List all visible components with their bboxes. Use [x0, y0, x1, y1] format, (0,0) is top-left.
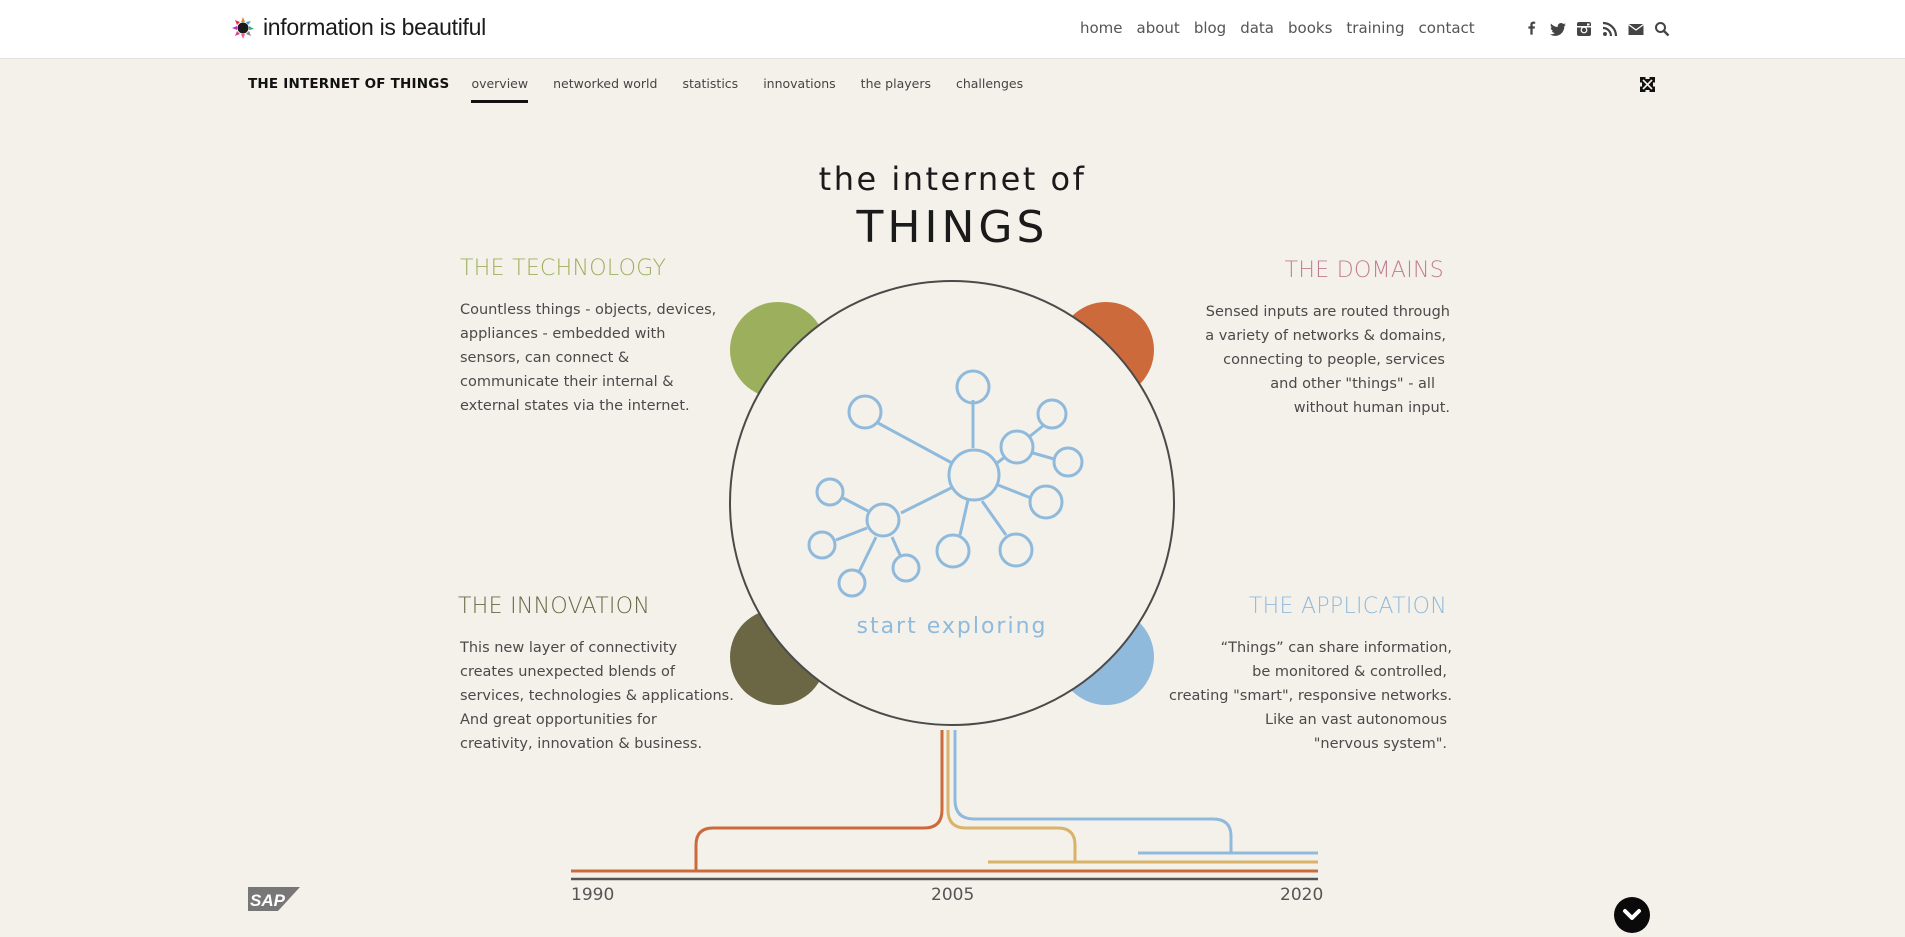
application-heading[interactable]: THE APPLICATION: [1249, 594, 1447, 619]
text-line: appliances - embedded with: [460, 326, 666, 342]
text-line: "nervous system".: [1313, 736, 1447, 752]
timeline-label-2020: 2020: [1280, 885, 1324, 905]
application-description: “Things” can share information, be monit…: [1132, 636, 1452, 756]
innovation-description: This new layer of connectivity creates u…: [460, 636, 760, 756]
start-exploring-link[interactable]: start exploring: [752, 614, 1152, 639]
chevron-down-icon: [1623, 909, 1641, 920]
text-line: without human input.: [1293, 400, 1450, 416]
timeline-branch-gold: [946, 730, 1077, 862]
text-line: external states via the internet.: [460, 398, 690, 414]
text-line: And great opportunities for: [460, 712, 657, 728]
text-line: Countless things - objects, devices,: [460, 302, 717, 318]
text-line: “Things” can share information,: [1220, 640, 1452, 656]
iot-diagram: [571, 280, 1318, 881]
timeline-label-1990: 1990: [571, 885, 615, 905]
text-line: sensors, can connect &: [460, 350, 630, 366]
technology-description: Countless things - objects, devices, app…: [460, 298, 720, 418]
text-line: creativity, innovation & business.: [460, 736, 703, 752]
text-line: services, technologies & applications.: [460, 688, 734, 704]
text-line: be monitored & controlled,: [1252, 664, 1447, 680]
technology-heading[interactable]: THE TECHNOLOGY: [460, 256, 666, 281]
domains-heading[interactable]: THE DOMAINS: [1285, 258, 1444, 283]
text-line: Sensed inputs are routed through: [1205, 304, 1450, 320]
domains-description: Sensed inputs are routed through a varie…: [1150, 300, 1450, 420]
sap-logo-text: SAP: [250, 891, 286, 910]
text-line: communicate their internal &: [460, 374, 674, 390]
text-line: connecting to people, services: [1223, 352, 1445, 368]
scroll-down-button[interactable]: [1614, 897, 1650, 933]
start-exploring-circle[interactable]: [729, 280, 1175, 726]
text-line: creates unexpected blends of: [460, 664, 676, 680]
innovation-heading[interactable]: THE INNOVATION: [458, 594, 650, 619]
text-line: This new layer of connectivity: [460, 640, 678, 656]
text-line: a variety of networks & domains,: [1205, 328, 1446, 344]
text-line: and other "things" - all: [1270, 376, 1435, 392]
text-line: creating "smart", responsive networks.: [1168, 688, 1452, 704]
sap-logo[interactable]: SAP: [248, 887, 300, 911]
text-line: Like an vast autonomous: [1265, 712, 1447, 728]
timeline-label-2005: 2005: [931, 885, 975, 905]
